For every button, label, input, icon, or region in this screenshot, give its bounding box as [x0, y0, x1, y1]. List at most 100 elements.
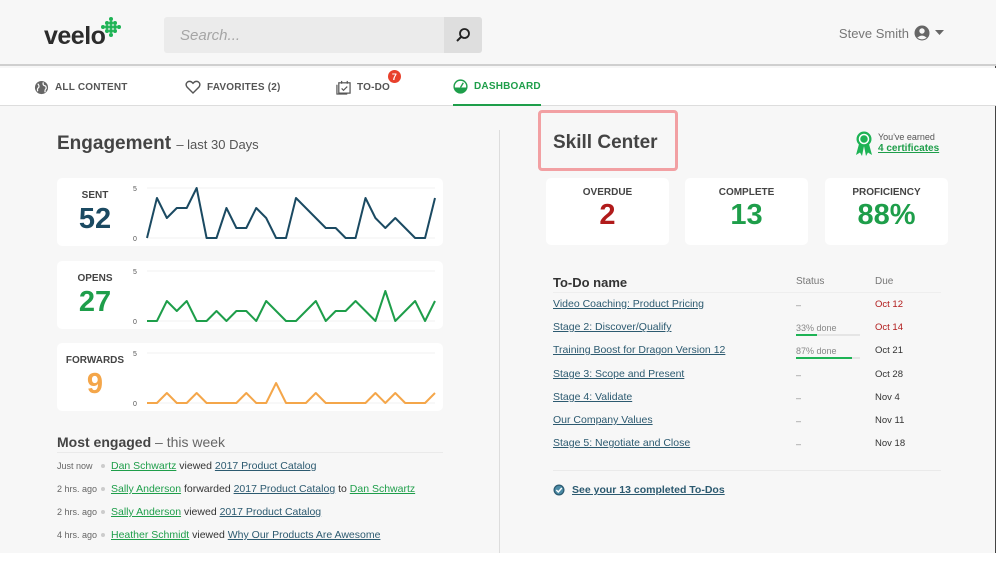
search-input[interactable]	[164, 17, 444, 53]
todo-status: –	[796, 370, 802, 380]
globe-icon	[34, 80, 49, 94]
todo-due-date: Nov 4	[875, 392, 900, 403]
bullet-dot	[101, 533, 105, 537]
tab-to-do[interactable]: TO-DO 7	[336, 68, 401, 106]
most-engaged-subtitle: – this week	[155, 434, 226, 450]
todo-status: –	[796, 416, 802, 426]
recipient-link[interactable]: Dan Schwartz	[350, 483, 415, 495]
metric-label: OPENS	[77, 273, 113, 284]
content-link[interactable]: Why Our Products Are Awesome	[228, 529, 381, 541]
metric-card-forwards: FORWARDS 9 50	[57, 343, 443, 411]
y-tick-max: 5	[133, 269, 137, 276]
stat-label: OVERDUE	[582, 187, 633, 198]
todo-name-link[interactable]: Video Coaching: Product Pricing	[553, 298, 704, 310]
calendar-check-icon	[336, 80, 351, 95]
y-tick-max: 5	[133, 351, 137, 358]
engagement-subtitle: – last 30 Days	[176, 137, 259, 152]
todo-status: –	[796, 300, 802, 310]
stat-value: 88%	[857, 199, 916, 231]
logo[interactable]: veelo	[44, 22, 106, 51]
activity-action: viewed	[183, 506, 217, 518]
metric-card-opens: OPENS 27 50	[57, 261, 443, 329]
y-tick-min: 0	[133, 236, 137, 243]
sparkline-path	[147, 290, 436, 322]
todo-status: –	[796, 439, 802, 449]
activity-time: 2 hrs. ago	[57, 484, 98, 494]
todo-status: –	[796, 393, 802, 403]
todo-name-link[interactable]: Our Company Values	[553, 414, 653, 426]
y-tick-max: 5	[133, 186, 137, 193]
todo-name-link[interactable]: Stage 5: Negotiate and Close	[553, 437, 690, 449]
chevron-down-icon	[935, 30, 944, 35]
sparkline-forwards: 50	[133, 351, 436, 408]
metric-value: 9	[86, 368, 104, 400]
tab-favorites[interactable]: FAVORITES (2)	[185, 68, 281, 106]
todo-row: Stage 5: Negotiate and Close – Nov 18	[553, 437, 941, 455]
progress-fill	[796, 334, 818, 336]
person-link[interactable]: Sally Anderson	[111, 483, 181, 495]
divider	[553, 470, 941, 471]
progress-bar	[796, 334, 860, 336]
activity-time: 4 hrs. ago	[57, 530, 98, 540]
metric-value: 52	[78, 203, 112, 235]
tab-label: ALL CONTENT	[55, 81, 128, 93]
stat-card-overdue[interactable]: OVERDUE 2	[546, 178, 669, 245]
activity-time: Just now	[57, 461, 93, 471]
completed-todos-link[interactable]: See your 13 completed To-Dos	[553, 484, 725, 496]
column-header-due: Due	[875, 276, 894, 287]
y-tick-min: 0	[133, 401, 137, 408]
activity-action: viewed	[179, 460, 212, 472]
tab-dashboard[interactable]: DASHBOARD	[453, 68, 541, 106]
bullet-dot	[101, 487, 105, 491]
engagement-title: Engagement – last 30 Days	[57, 133, 259, 155]
tab-label: DASHBOARD	[474, 80, 541, 92]
stat-label: PROFICIENCY	[852, 187, 921, 198]
todo-name-link[interactable]: Stage 2: Discover/Qualify	[553, 321, 671, 333]
tab-label: FAVORITES (2)	[207, 81, 281, 93]
heart-icon	[185, 80, 201, 94]
person-link[interactable]: Sally Anderson	[111, 506, 181, 518]
sparkline-sent: 50	[133, 186, 436, 243]
metric-card-sent: SENT 52 50	[57, 178, 443, 246]
person-link[interactable]: Heather Schmidt	[111, 529, 189, 541]
todo-row: Stage 2: Discover/Qualify 33% done Oct 14	[553, 321, 941, 339]
skill-center-title: Skill Center	[553, 132, 658, 153]
todo-due-date: Nov 18	[875, 438, 906, 449]
progress-fill	[796, 357, 852, 359]
todo-name-link[interactable]: Training Boost for Dragon Version 12	[553, 344, 725, 356]
activity-item: 2 hrs. ago Sally Anderson viewed 2017 Pro…	[57, 506, 321, 518]
activity-action: viewed	[192, 529, 225, 541]
column-header-status: Status	[796, 276, 825, 287]
tab-all-content[interactable]: ALL CONTENT	[34, 68, 128, 106]
content-link[interactable]: 2017 Product Catalog	[220, 506, 322, 518]
award-ribbon-icon	[856, 131, 872, 156]
content-link[interactable]: 2017 Product Catalog	[234, 483, 336, 495]
column-divider	[499, 130, 500, 553]
activity-item: Just now Dan Schwartz viewed 2017 Product…	[57, 460, 316, 472]
todo-name-link[interactable]: Stage 3: Scope and Present	[553, 368, 684, 380]
search-icon	[456, 28, 470, 42]
activity-action: forwarded	[183, 483, 231, 495]
stat-card-proficiency[interactable]: PROFICIENCY 88%	[825, 178, 948, 245]
todo-due-date: Nov 11	[875, 415, 905, 426]
content-link[interactable]: 2017 Product Catalog	[215, 460, 317, 472]
page-edge	[996, 0, 1000, 575]
stat-label: COMPLETE	[718, 187, 775, 198]
todo-name-link[interactable]: Stage 4: Validate	[553, 391, 632, 403]
check-circle-icon	[553, 484, 565, 496]
stat-card-complete[interactable]: COMPLETE 13	[685, 178, 808, 245]
search-button[interactable]	[444, 17, 482, 53]
todo-row: Stage 3: Scope and Present – Oct 28	[553, 368, 941, 386]
most-engaged-heading: Most engaged	[57, 434, 152, 450]
user-name: Steve Smith	[838, 25, 909, 41]
divider	[553, 292, 941, 293]
todo-row: Our Company Values – Nov 11	[553, 414, 941, 432]
user-avatar-icon	[914, 25, 930, 41]
certificates-link[interactable]: 4 certificates	[878, 143, 939, 155]
progress-bar	[796, 357, 860, 359]
user-menu[interactable]: Steve Smith	[839, 25, 944, 41]
main-nav: ALL CONTENT FAVORITES (2) TO-DO 7 DASHBO…	[0, 68, 996, 106]
sparkline-path	[146, 187, 436, 239]
person-link[interactable]: Dan Schwartz	[111, 460, 176, 472]
most-engaged-title: Most engaged – this week	[57, 434, 225, 450]
